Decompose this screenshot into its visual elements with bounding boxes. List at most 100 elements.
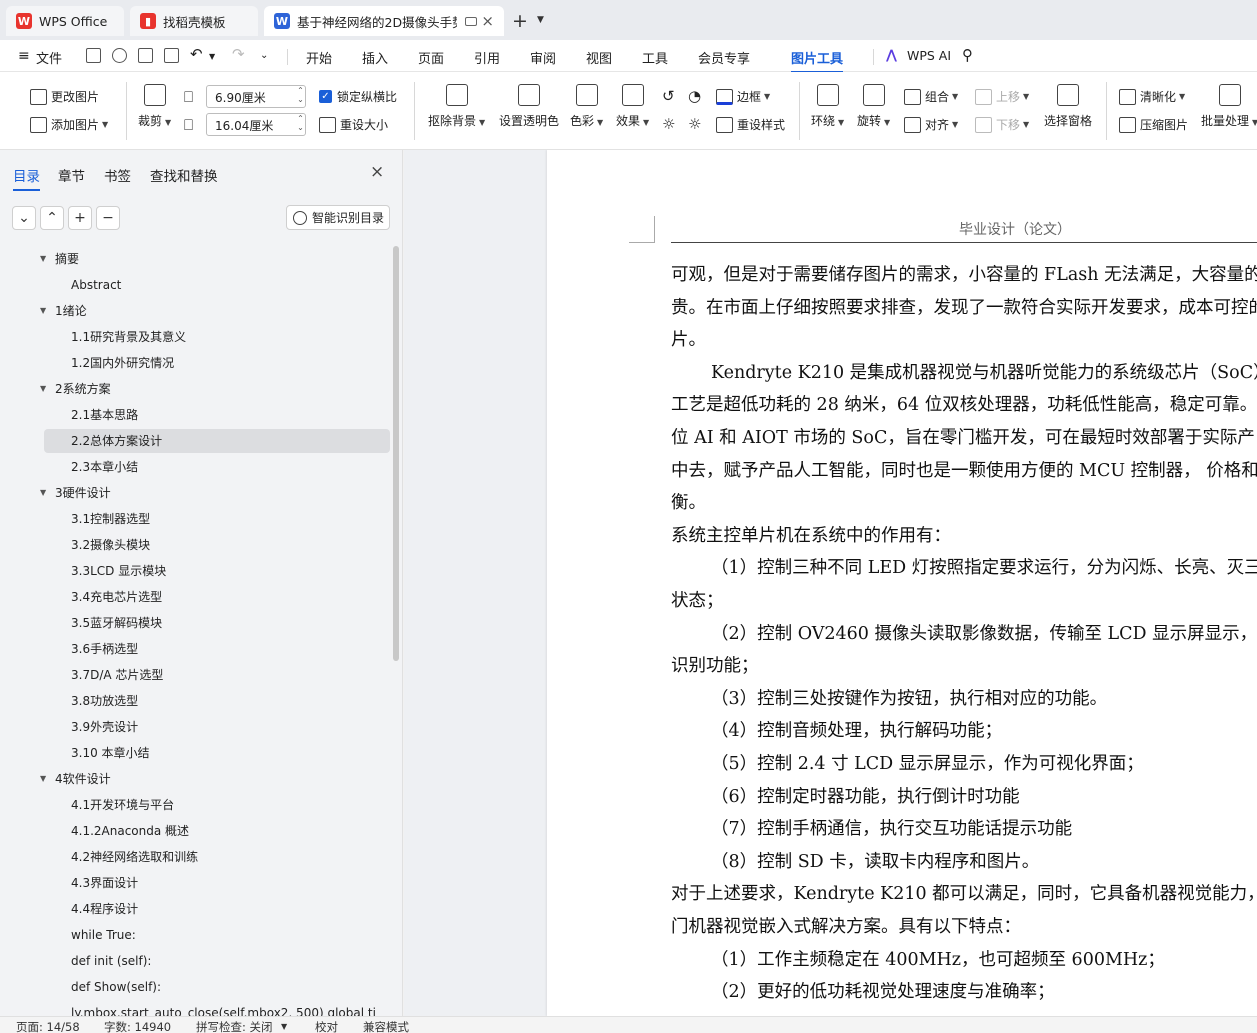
print-preview-icon[interactable] xyxy=(164,48,179,63)
rotate-button[interactable]: 旋转 ▼ xyxy=(857,84,890,129)
lock-ratio-checkbox[interactable]: ✓ 锁定纵横比 xyxy=(319,88,397,105)
more-icon[interactable]: ⌄ xyxy=(260,50,268,61)
menu-page[interactable]: 页面 xyxy=(418,48,444,67)
menu-review[interactable]: 审阅 xyxy=(530,48,556,67)
toc-item[interactable]: 3.4充电芯片选型 xyxy=(71,585,387,609)
search-icon[interactable]: ⚲ xyxy=(962,46,973,64)
selection-pane-button[interactable]: 选择窗格 xyxy=(1044,84,1092,129)
remove-background-button[interactable]: 抠除背景 ▼ xyxy=(428,84,485,129)
rotate-left-icon[interactable]: ↺ xyxy=(662,87,675,105)
hamburger-icon[interactable]: ≡ xyxy=(18,48,30,64)
brightness-up-icon[interactable]: ☼ xyxy=(662,115,675,133)
compress-image-button[interactable]: 压缩图片 xyxy=(1119,116,1188,133)
smart-toc-button[interactable]: 智能识别目录 xyxy=(286,205,390,230)
scrollbar[interactable] xyxy=(393,246,399,661)
toc-item[interactable]: ly.mbox.start_auto_close(self.mbox2, 500… xyxy=(71,1001,387,1016)
toc-item[interactable]: 摘要 xyxy=(55,247,385,271)
toc-item[interactable]: 4软件设计 xyxy=(55,767,385,791)
toc-item[interactable]: def Show(self): xyxy=(71,975,387,999)
expand-caret-icon[interactable]: ▼ xyxy=(40,488,46,497)
toc-item[interactable]: 1绪论 xyxy=(55,299,385,323)
reset-size-button[interactable]: 重设大小 xyxy=(319,116,388,133)
toc-item[interactable]: 4.3界面设计 xyxy=(71,871,387,895)
page-indicator[interactable]: 页面: 14/58 xyxy=(16,1019,80,1033)
chevron-down-icon[interactable]: ▼ xyxy=(281,1022,287,1031)
chevron-down-icon[interactable]: ▼ xyxy=(209,52,215,61)
word-count[interactable]: 字数: 14940 xyxy=(104,1019,171,1033)
add-heading-button[interactable]: + xyxy=(68,206,92,230)
toc-item[interactable]: 1.1研究背景及其意义 xyxy=(71,325,387,349)
width-input[interactable]: 6.90厘米 xyxy=(206,85,306,108)
sharpen-button[interactable]: 清晰化 ▼ xyxy=(1119,88,1185,105)
share-icon[interactable] xyxy=(112,48,127,63)
toc-item[interactable]: 3.10 本章小结 xyxy=(71,741,387,765)
tab-bookmarks[interactable]: 书签 xyxy=(104,165,131,185)
document-page[interactable]: 毕业设计（论文） 可观，但是对于需要储存图片的需求，小容量的 FLash 无法满… xyxy=(547,150,1257,1016)
toc-item[interactable]: 3.5蓝牙解码模块 xyxy=(71,611,387,635)
toc-item[interactable]: Abstract xyxy=(71,273,387,297)
menu-tools[interactable]: 工具 xyxy=(642,48,668,67)
tab-find-replace[interactable]: 查找和替换 xyxy=(150,165,218,185)
reset-style-button[interactable]: 重设样式 xyxy=(716,116,785,133)
expand-caret-icon[interactable]: ▼ xyxy=(40,774,46,783)
toc-item[interactable]: def init (self): xyxy=(71,949,387,973)
toc-item[interactable]: 4.4程序设计 xyxy=(71,897,387,921)
toc-item[interactable]: 4.2神经网络选取和训练 xyxy=(71,845,387,869)
new-tab-icon[interactable]: + xyxy=(512,10,528,32)
menu-file[interactable]: 文件 xyxy=(36,48,62,67)
bring-up-button[interactable]: 上移 ▼ xyxy=(975,88,1029,105)
color-button[interactable]: 色彩 ▼ xyxy=(570,84,603,129)
tab-docer-templates[interactable]: ▮ 找稻壳模板 xyxy=(130,6,258,36)
toc-item[interactable]: 2.3本章小结 xyxy=(71,455,387,479)
toc-item[interactable]: 4.1开发环境与平台 xyxy=(71,793,387,817)
redo-icon[interactable]: ↷ xyxy=(232,45,245,63)
crop-button[interactable]: 裁剪 ▼ xyxy=(138,84,171,129)
tab-document[interactable]: W 基于神经网络的2D摄像头手势 × xyxy=(264,6,504,36)
toc-item[interactable]: 2.1基本思路 xyxy=(71,403,387,427)
save-icon[interactable] xyxy=(86,48,101,63)
toc-item[interactable]: 2.2总体方案设计 xyxy=(44,429,390,453)
contrast-icon[interactable]: ◔ xyxy=(688,87,701,105)
toc-item[interactable]: 3.1控制器选型 xyxy=(71,507,387,531)
menu-reference[interactable]: 引用 xyxy=(474,48,500,67)
monitor-icon[interactable] xyxy=(465,16,477,26)
toc-item[interactable]: 2系统方案 xyxy=(55,377,385,401)
toc-item[interactable]: 3.2摄像头模块 xyxy=(71,533,387,557)
spell-check-status[interactable]: 拼写检查: 关闭 xyxy=(196,1019,273,1033)
close-icon[interactable]: × xyxy=(370,162,384,182)
toc-item[interactable]: while True: xyxy=(71,923,387,947)
toc-item[interactable]: 3.6手柄选型 xyxy=(71,637,387,661)
collapse-down-button[interactable]: ⌄ xyxy=(12,206,36,230)
menu-wps-ai[interactable]: WPS AI xyxy=(907,48,951,63)
change-image-button[interactable]: 更改图片 xyxy=(30,88,99,105)
tab-sections[interactable]: 章节 xyxy=(58,165,85,185)
wrap-button[interactable]: 环绕 ▼ xyxy=(811,84,844,129)
add-image-button[interactable]: 添加图片 ▼ xyxy=(30,116,108,133)
expand-caret-icon[interactable]: ▼ xyxy=(40,306,46,315)
collapse-up-button[interactable]: ⌃ xyxy=(40,206,64,230)
align-button[interactable]: 对齐 ▼ xyxy=(904,116,958,133)
undo-icon[interactable]: ↶ xyxy=(190,45,203,63)
toc-item[interactable]: 3.8功放选型 xyxy=(71,689,387,713)
toc-item[interactable]: 3硬件设计 xyxy=(55,481,385,505)
toc-item[interactable]: 3.7D/A 芯片选型 xyxy=(71,663,387,687)
tab-wps-office[interactable]: W WPS Office xyxy=(6,6,124,36)
send-down-button[interactable]: 下移 ▼ xyxy=(975,116,1029,133)
menu-view[interactable]: 视图 xyxy=(586,48,612,67)
menu-picture-tools[interactable]: 图片工具 xyxy=(791,48,844,73)
chevron-down-icon[interactable]: ▼ xyxy=(537,15,544,25)
batch-process-button[interactable]: 批量处理 ▼ xyxy=(1201,84,1257,129)
remove-heading-button[interactable]: − xyxy=(96,206,120,230)
border-button[interactable]: 边框 ▼ xyxy=(716,88,770,105)
menu-start[interactable]: 开始 xyxy=(306,48,332,67)
toc-item[interactable]: 1.2国内外研究情况 xyxy=(71,351,387,375)
toc-item[interactable]: 3.3LCD 显示模块 xyxy=(71,559,387,583)
height-input[interactable]: 16.04厘米 xyxy=(206,113,306,136)
effect-button[interactable]: 效果 ▼ xyxy=(616,84,649,129)
tab-toc[interactable]: 目录 xyxy=(13,165,40,191)
menu-insert[interactable]: 插入 xyxy=(362,48,388,67)
print-icon[interactable] xyxy=(138,48,153,63)
set-transparent-button[interactable]: 设置透明色 xyxy=(499,84,559,129)
toc-item[interactable]: 4.1.2Anaconda 概述 xyxy=(71,819,387,843)
expand-caret-icon[interactable]: ▼ xyxy=(40,254,46,263)
